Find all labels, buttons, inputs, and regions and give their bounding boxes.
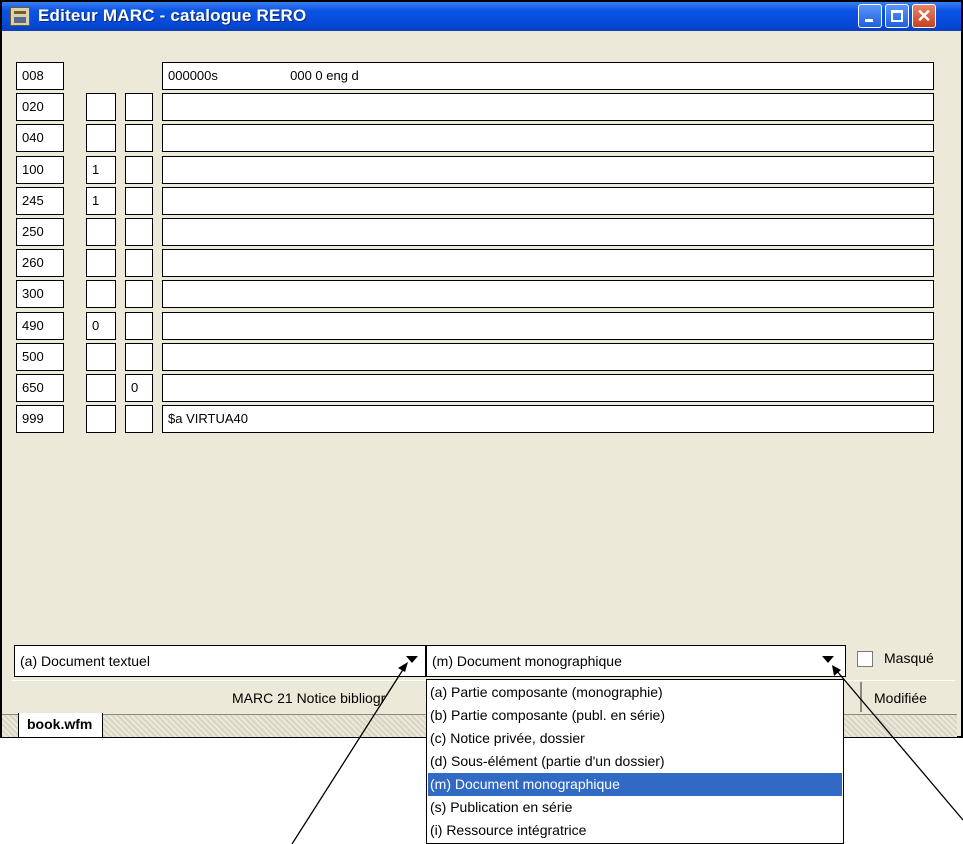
annotation-arrow-right xyxy=(835,669,963,821)
annotation-arrows xyxy=(291,662,963,844)
annotation-arrow-left xyxy=(291,667,405,844)
annotation-arrowhead-left xyxy=(398,662,408,672)
